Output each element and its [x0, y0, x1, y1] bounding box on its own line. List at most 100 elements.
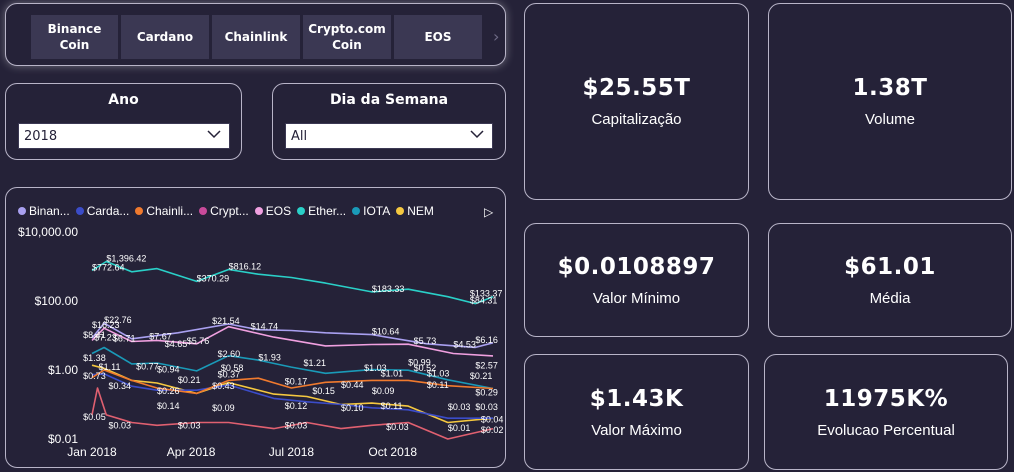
kpi-label: Valor Máximo	[591, 421, 682, 439]
kpi-valor-minimo: $0.0108897 Valor Mínimo	[524, 223, 749, 337]
slicer-button-crypto-com-coin[interactable]: Crypto.com Coin	[303, 15, 391, 59]
x-tick-label: Apr 2018	[167, 445, 216, 459]
x-tick-label: Oct 2018	[368, 445, 417, 459]
filter-ano-title: Ano	[108, 92, 139, 108]
data-label: $84.31	[470, 296, 498, 306]
data-label: $10.64	[372, 327, 400, 337]
data-label: $0.29	[475, 388, 498, 398]
chart-plot: $10,000.00$100.00$1.00$0.01Jan 2018 Apr 2…	[18, 225, 504, 459]
x-tick-label: Jan 2018	[67, 445, 117, 459]
data-label: $5.76	[187, 336, 210, 346]
y-tick-label: $1.00	[48, 363, 78, 377]
filter-dia-title: Dia da Semana	[329, 92, 449, 108]
data-label: $2.60	[218, 349, 241, 359]
data-label: $0.12	[285, 401, 308, 411]
kpi-label: Capitalização	[591, 111, 682, 128]
y-tick-label: $0.01	[48, 432, 78, 446]
data-label: $0.03	[475, 402, 498, 412]
filter-ano-dropdown[interactable]: 2018	[18, 123, 230, 149]
coin-slicer: Binance Coin Cardano Chainlink Crypto.co…	[5, 3, 506, 66]
filter-dia-dropdown[interactable]: All	[285, 123, 493, 149]
kpi-volume: 1.38T Volume	[768, 3, 1012, 200]
kpi-value: 11975K%	[823, 385, 949, 412]
slicer-button-binance-coin[interactable]: Binance Coin	[31, 15, 118, 59]
slicer-button-label: Crypto.com Coin	[308, 22, 386, 52]
kpi-label: Evolucao Percentual	[817, 421, 955, 439]
data-label: $1.01	[381, 368, 404, 378]
data-label: $0.44	[341, 380, 364, 390]
data-label: $370.29	[197, 273, 230, 283]
y-tick-label: $10,000.00	[18, 225, 78, 239]
data-label: $0.43	[212, 381, 235, 391]
data-label: $1.03	[427, 368, 450, 378]
slicer-button-label: Chainlink	[224, 30, 288, 44]
data-label: $21.54	[212, 316, 240, 326]
kpi-value: $61.01	[844, 253, 936, 280]
filter-ano-value: 2018	[24, 128, 58, 144]
slicer-button-label: Cardano	[136, 30, 194, 44]
data-label: $1.93	[258, 352, 281, 362]
data-label: $816.12	[229, 262, 262, 272]
data-label: $6.16	[475, 335, 498, 345]
slicer-button-chainlink[interactable]: Chainlink	[212, 15, 300, 59]
data-label: $6.71	[113, 333, 136, 343]
data-label: $0.03	[448, 402, 471, 412]
slicer-button-cardano[interactable]: Cardano	[121, 15, 209, 59]
price-line-chart: Binan... Carda... Chainli... Crypt... EOS Eth…	[5, 187, 506, 468]
kpi-capitalizacao: $25.55T Capitalização	[524, 3, 749, 200]
kpi-value: $0.0108897	[557, 253, 716, 280]
data-label: $0.04	[481, 415, 504, 425]
data-label: $4.65	[165, 339, 188, 349]
data-label: $0.03	[178, 421, 201, 431]
data-label: $2.57	[475, 361, 498, 371]
data-label: $0.77	[136, 361, 159, 371]
data-label: $0.21	[178, 375, 201, 385]
slicer-button-eos[interactable]: EOS	[394, 15, 482, 59]
data-label: $0.09	[212, 403, 235, 413]
data-label: $0.17	[285, 376, 308, 386]
data-label: $0.37	[218, 370, 241, 380]
data-label: $0.03	[285, 421, 308, 431]
data-label: $1.21	[304, 358, 327, 368]
x-tick-label: Jul 2018	[269, 445, 315, 459]
kpi-value: $1.43K	[589, 385, 684, 412]
data-label: $0.10	[341, 403, 364, 413]
data-label: $0.11	[381, 401, 403, 411]
data-label: $0.02	[481, 425, 504, 435]
chevron-down-icon	[207, 130, 221, 139]
data-label: $183.33	[372, 284, 405, 294]
kpi-label: Média	[869, 289, 911, 307]
data-label: $5.73	[414, 336, 437, 346]
data-label: $4.53	[453, 339, 476, 349]
data-label: $0.01	[448, 423, 471, 433]
kpi-valor-maximo: $1.43K Valor Máximo	[524, 354, 749, 470]
series-line	[91, 260, 494, 305]
data-label: $0.03	[109, 421, 132, 431]
data-label: $0.05	[83, 412, 106, 422]
slicer-button-label: Binance Coin	[47, 22, 102, 52]
data-label: $0.26	[157, 386, 180, 396]
chevron-right-icon[interactable]: ›	[493, 27, 499, 46]
data-label: $0.09	[372, 386, 395, 396]
filter-ano: Ano 2018	[5, 83, 242, 160]
filter-dia-value: All	[291, 128, 308, 144]
data-label: $0.11	[427, 380, 449, 390]
kpi-label: Volume	[864, 111, 916, 128]
data-label: $0.94	[157, 364, 180, 374]
kpi-value: $25.55T	[582, 75, 691, 101]
kpi-label: Valor Mínimo	[592, 289, 681, 307]
filter-dia-semana: Dia da Semana All	[272, 83, 506, 160]
kpi-evolucao-percentual: 11975K% Evolucao Percentual	[764, 354, 1008, 470]
data-label: $14.74	[251, 322, 279, 332]
data-label: $0.14	[157, 401, 180, 411]
kpi-media: $61.01 Média	[768, 223, 1012, 337]
data-label: $0.15	[312, 386, 335, 396]
data-label: $0.34	[109, 381, 132, 391]
y-tick-label: $100.00	[35, 294, 79, 308]
data-label: $16.23	[92, 320, 120, 330]
slicer-button-label: EOS	[424, 30, 452, 44]
data-label: $0.03	[386, 422, 409, 432]
chevron-down-icon	[470, 130, 484, 139]
data-label: $0.73	[83, 371, 106, 381]
kpi-value: 1.38T	[852, 75, 928, 101]
